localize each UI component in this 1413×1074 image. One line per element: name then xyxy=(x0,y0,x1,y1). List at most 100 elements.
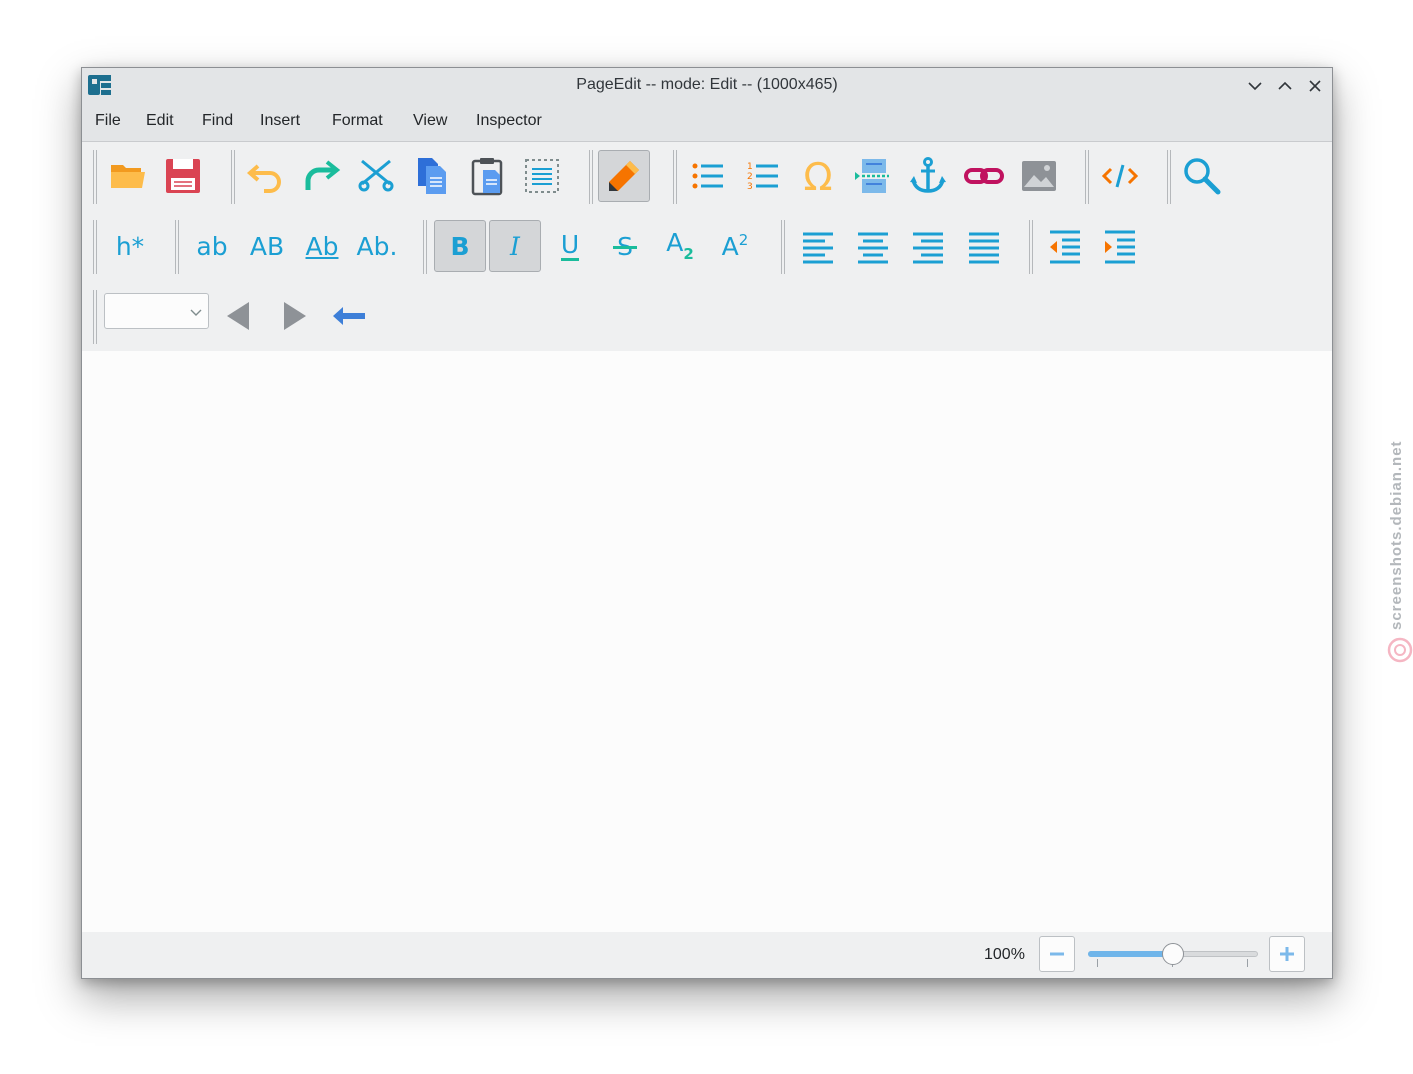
menu-edit[interactable]: Edit xyxy=(146,112,174,130)
code-view-icon xyxy=(1101,164,1139,188)
plus-icon xyxy=(1280,947,1294,961)
toolbar-handle[interactable] xyxy=(1029,220,1034,274)
underline-icon: U xyxy=(560,229,580,261)
superscript-button[interactable]: A2 xyxy=(709,220,761,272)
slider-handle[interactable] xyxy=(1162,943,1184,965)
anchor-icon xyxy=(910,157,946,193)
menu-format[interactable]: Format xyxy=(332,112,383,130)
open-folder-icon xyxy=(111,165,145,188)
zoom-in-button[interactable] xyxy=(1269,936,1305,972)
align-right-button[interactable] xyxy=(902,220,954,272)
toolbar-handle[interactable] xyxy=(231,150,236,204)
watermark-text: screenshots.debian.net xyxy=(1388,440,1405,630)
maximize-icon[interactable] xyxy=(1275,76,1295,96)
align-right-icon xyxy=(913,232,943,264)
toolbar-handle[interactable] xyxy=(93,220,98,274)
superscript-digit: 2 xyxy=(738,231,749,249)
menu-find[interactable]: Find xyxy=(202,112,233,130)
save-button[interactable] xyxy=(157,150,209,202)
strikethrough-button[interactable]: S xyxy=(599,220,651,272)
back-button[interactable] xyxy=(213,290,265,342)
decrease-indent-icon xyxy=(1050,230,1080,264)
link-button[interactable] xyxy=(958,150,1010,202)
toolbar-handle[interactable] xyxy=(673,150,678,204)
zoom-out-button[interactable] xyxy=(1039,936,1075,972)
strike-line xyxy=(613,245,637,249)
cut-button[interactable] xyxy=(350,150,402,202)
paste-icon xyxy=(471,158,503,196)
toolbar-handle[interactable] xyxy=(1085,150,1090,204)
bullet-list-button[interactable] xyxy=(682,150,734,202)
sentencecase-button[interactable]: Ab. xyxy=(351,220,403,272)
align-justify-button[interactable] xyxy=(958,220,1010,272)
title-bar: PageEdit -- mode: Edit -- (1000x465) xyxy=(82,68,1332,104)
menu-insert[interactable]: Insert xyxy=(260,112,300,130)
bold-button[interactable]: B xyxy=(434,220,486,272)
insert-file-button[interactable] xyxy=(847,150,899,202)
svg-text:2: 2 xyxy=(747,172,753,182)
toolbar-handle[interactable] xyxy=(589,150,594,204)
italic-button[interactable]: I xyxy=(489,220,541,272)
undo-button[interactable] xyxy=(240,150,292,202)
align-center-button[interactable] xyxy=(847,220,899,272)
go-back-button[interactable] xyxy=(323,290,375,342)
anchor-button[interactable] xyxy=(902,150,954,202)
open-button[interactable] xyxy=(102,150,154,202)
forward-button[interactable] xyxy=(268,290,320,342)
text-style-combo[interactable] xyxy=(104,293,209,329)
save-icon xyxy=(166,159,200,193)
svg-text:3: 3 xyxy=(747,182,753,192)
special-character-button[interactable]: Ω xyxy=(792,150,844,202)
svg-text:Ω: Ω xyxy=(803,156,832,196)
increase-indent-button[interactable] xyxy=(1094,220,1146,272)
titlecase-button[interactable]: Ab xyxy=(296,220,348,272)
watermark: screenshots.debian.net xyxy=(1386,420,1413,670)
navigation-toolbar xyxy=(82,282,1332,352)
numbered-list-button[interactable]: 1 2 3 xyxy=(737,150,789,202)
image-button[interactable] xyxy=(1013,150,1065,202)
menu-file[interactable]: File xyxy=(95,112,121,130)
align-left-button[interactable] xyxy=(792,220,844,272)
toolbar-handle[interactable] xyxy=(93,150,98,204)
toolbar-handle[interactable] xyxy=(423,220,428,274)
decrease-indent-button[interactable] xyxy=(1039,220,1091,272)
bullet-list-icon xyxy=(692,163,723,189)
lowercase-button[interactable]: ab xyxy=(186,220,238,272)
paste-button[interactable] xyxy=(461,150,513,202)
zoom-slider[interactable] xyxy=(1088,940,1258,970)
toolbar-handle[interactable] xyxy=(93,290,98,344)
redo-button[interactable] xyxy=(295,150,347,202)
align-justify-icon xyxy=(969,232,999,264)
editor-area[interactable] xyxy=(82,351,1332,932)
toolbar-handle[interactable] xyxy=(781,220,786,274)
uppercase-button[interactable]: AB xyxy=(241,220,293,272)
numbered-list-icon: 1 2 3 xyxy=(747,162,778,192)
menu-inspector[interactable]: Inspector xyxy=(476,112,542,130)
status-bar: 100% xyxy=(82,932,1332,978)
toolbar-handle[interactable] xyxy=(1167,150,1172,204)
subscript-button[interactable]: A2 xyxy=(654,220,706,272)
toolbar-handle[interactable] xyxy=(175,220,180,274)
sentencecase-icon: Ab. xyxy=(356,231,398,261)
copy-button[interactable] xyxy=(406,150,458,202)
format-toolbar: h* ab AB Ab Ab. B I U S A2 A xyxy=(82,212,1332,282)
menu-view[interactable]: View xyxy=(413,112,447,130)
find-button[interactable] xyxy=(1176,150,1228,202)
code-view-button[interactable] xyxy=(1094,150,1146,202)
bold-icon: B xyxy=(450,231,470,261)
edit-mode-button[interactable] xyxy=(598,150,650,202)
close-icon[interactable] xyxy=(1305,76,1325,96)
strikethrough-icon: S xyxy=(613,234,637,259)
window-title: PageEdit -- mode: Edit -- (1000x465) xyxy=(576,76,838,93)
increase-indent-icon xyxy=(1105,230,1135,264)
underline-button[interactable]: U xyxy=(544,220,596,272)
minimize-icon[interactable] xyxy=(1245,76,1265,96)
titlecase-icon: Ab xyxy=(305,231,339,261)
find-icon xyxy=(1184,158,1221,195)
menu-bar: File Edit Find Insert Format View Inspec… xyxy=(82,104,1332,142)
heading-button[interactable]: h* xyxy=(104,220,156,272)
left-arrow-icon xyxy=(333,307,365,325)
link-icon xyxy=(964,168,1004,184)
insert-file-icon xyxy=(855,159,889,193)
select-all-button[interactable] xyxy=(516,150,568,202)
